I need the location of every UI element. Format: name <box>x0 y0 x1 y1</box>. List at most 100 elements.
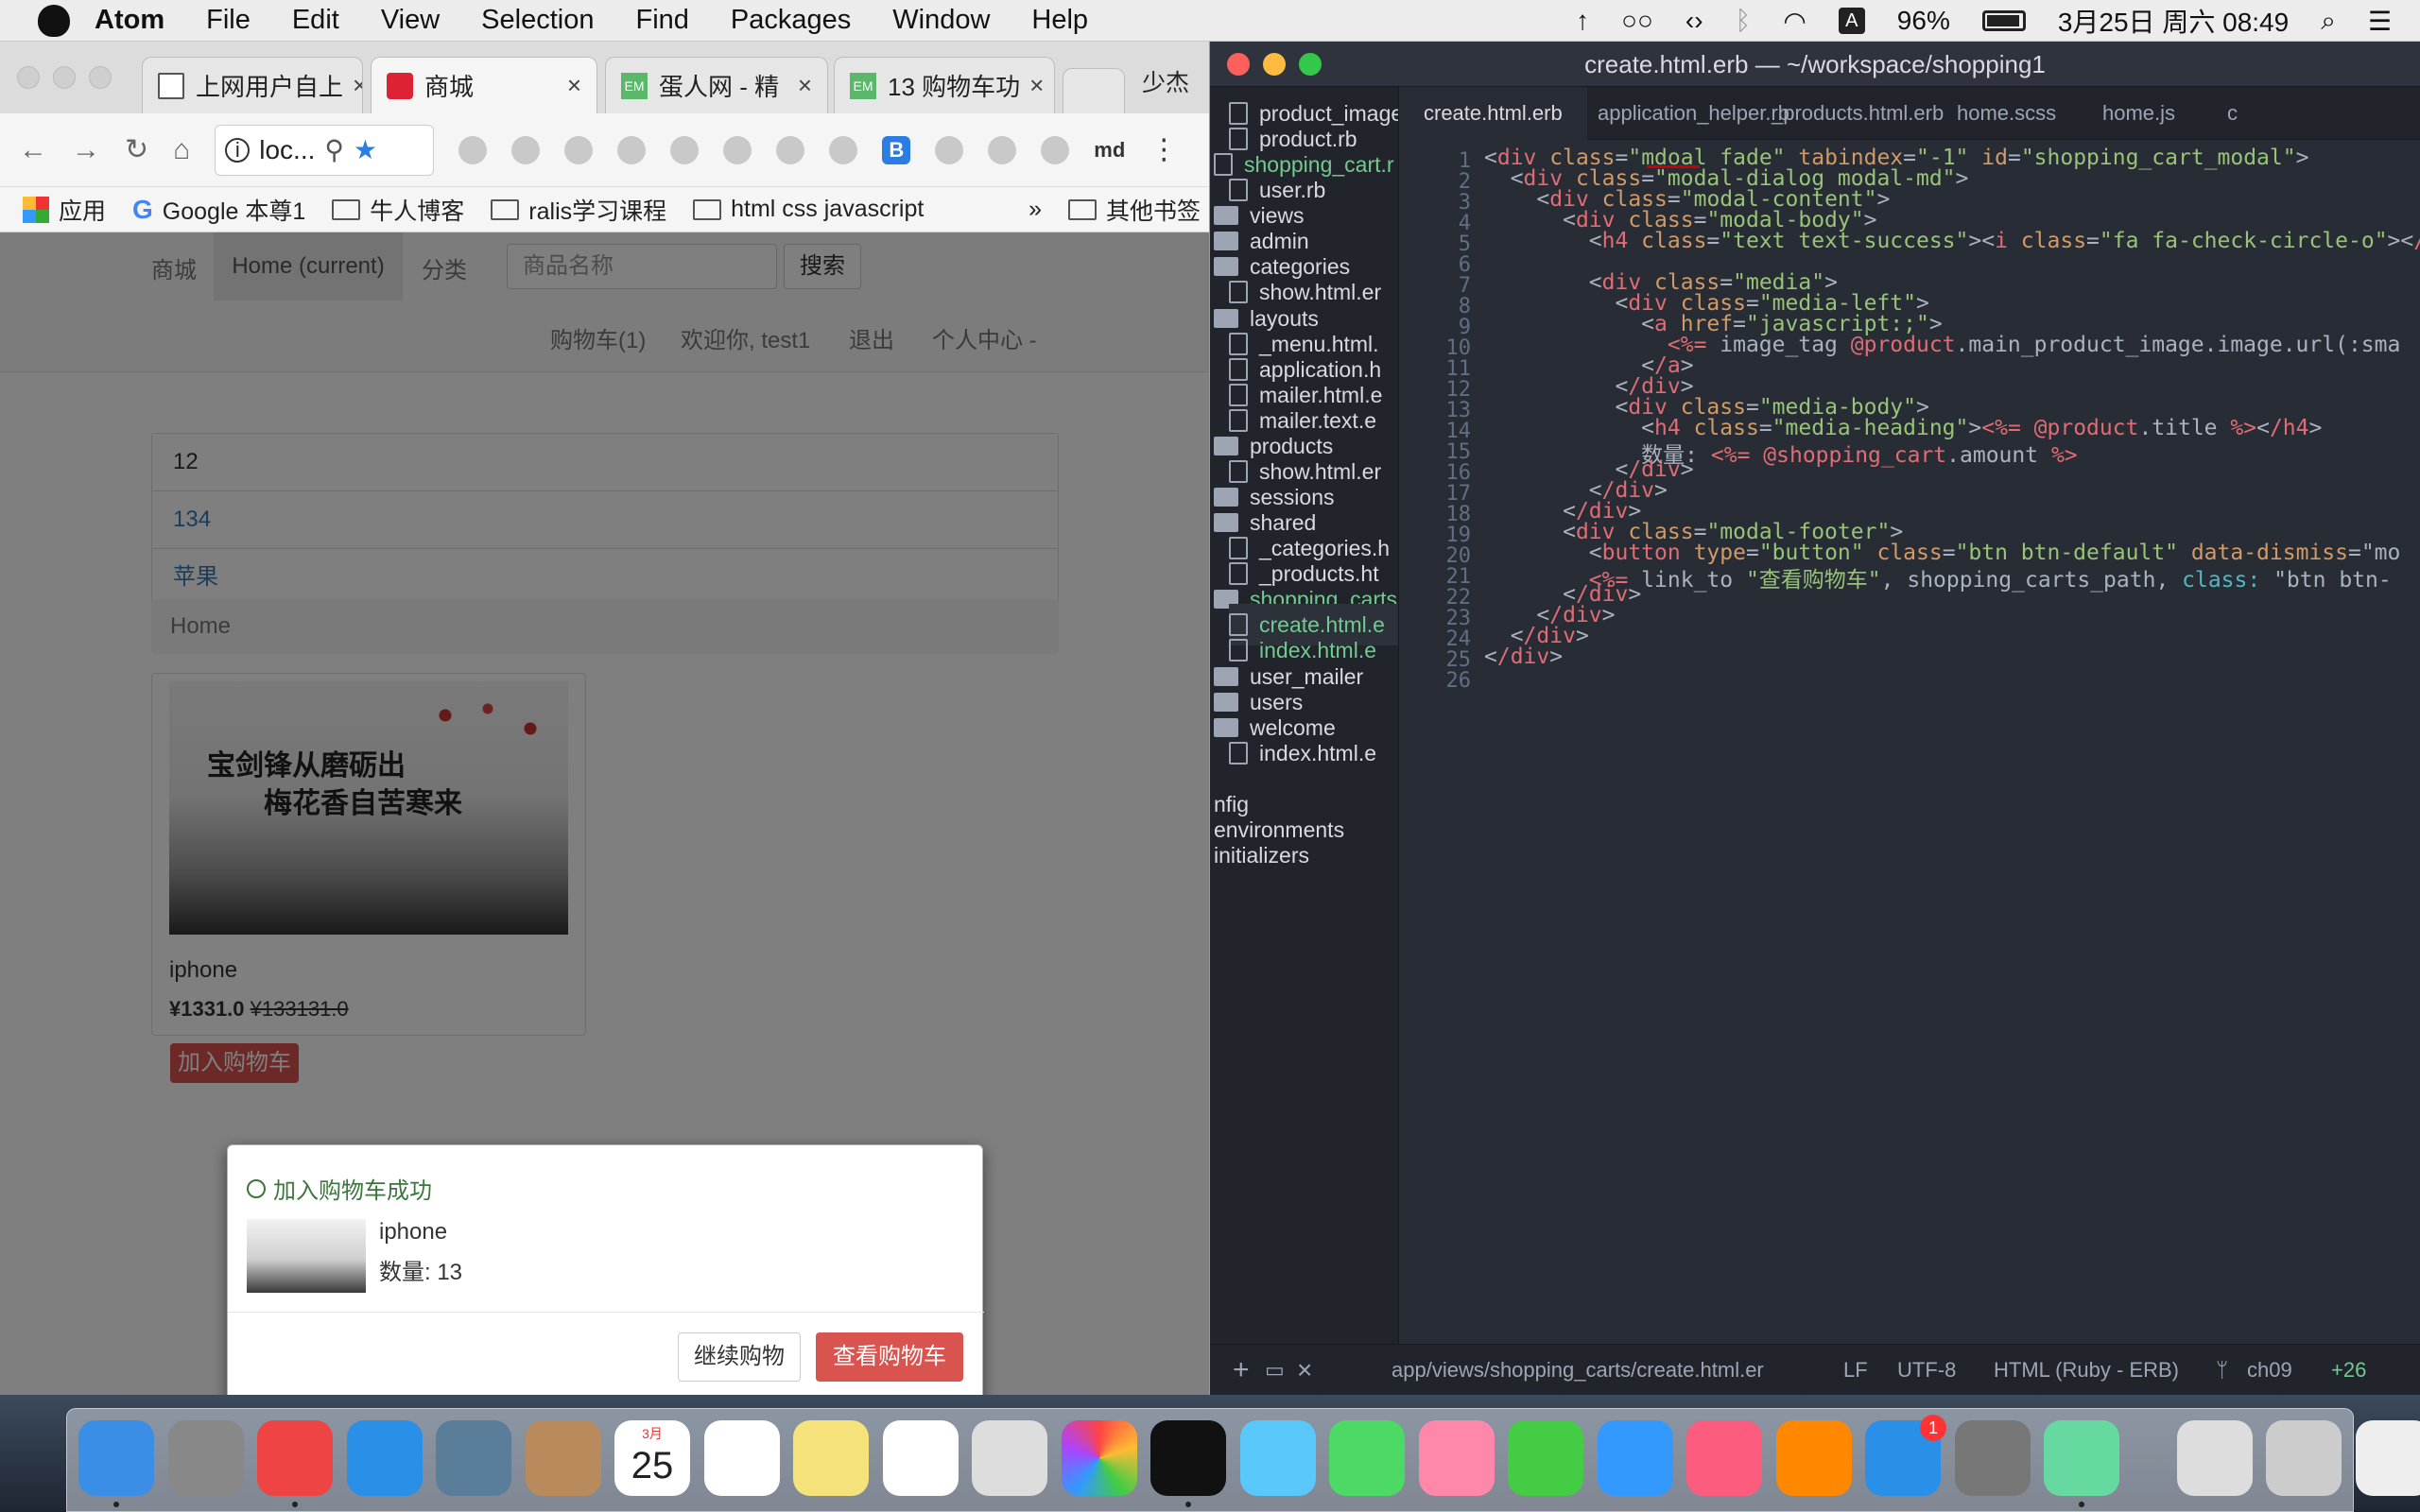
md-extension[interactable]: md <box>1094 138 1125 163</box>
mail-icon[interactable] <box>436 1420 511 1496</box>
close-icon[interactable]: × <box>1297 1345 1312 1396</box>
bookmark-folder[interactable]: html css javascript <box>693 196 924 223</box>
address-bar[interactable]: i loc... ⚲ ★ <box>215 124 435 176</box>
new-tab-button[interactable] <box>1063 68 1125 113</box>
trash-icon[interactable] <box>2355 1420 2420 1496</box>
terminal-icon[interactable]: ▭ <box>1265 1345 1285 1396</box>
reminders-icon[interactable] <box>703 1420 780 1496</box>
palette-icon[interactable] <box>1041 135 1070 164</box>
status-encoding[interactable]: UTF-8 <box>1897 1345 1956 1396</box>
profile-name[interactable]: 少杰 <box>1142 64 1189 98</box>
spotlight-icon[interactable]: ⌕ <box>2321 6 2336 37</box>
atom-icon[interactable] <box>2044 1420 2119 1496</box>
browser-tab-active[interactable]: 商城 × <box>371 57 597 113</box>
downloads-icon[interactable] <box>2176 1420 2253 1496</box>
status-grammar[interactable]: HTML (Ruby - ERB) <box>1994 1345 2179 1396</box>
preview-icon[interactable] <box>972 1420 1047 1496</box>
textedit-icon[interactable] <box>882 1420 959 1496</box>
menu-packages[interactable]: Packages <box>731 5 851 36</box>
menu-window[interactable]: Window <box>892 5 990 36</box>
extension-icon[interactable] <box>670 135 700 164</box>
tree-file[interactable]: initializers <box>1214 834 1398 876</box>
zoom-window-button[interactable] <box>89 66 112 89</box>
minimize-window-button[interactable] <box>53 66 76 89</box>
reload-icon[interactable]: ↻ <box>125 133 148 166</box>
zoom-window-button[interactable] <box>1299 53 1322 76</box>
add-icon[interactable]: + <box>1233 1345 1250 1396</box>
star-icon[interactable]: ★ <box>354 134 377 165</box>
code-icon[interactable]: ‹› <box>1685 6 1703 36</box>
app-store-icon[interactable]: 1 <box>1865 1415 1946 1496</box>
bookmarks-overflow[interactable]: » <box>1028 196 1042 223</box>
keynote-icon[interactable] <box>1597 1420 1673 1496</box>
info-icon[interactable]: i <box>225 137 251 163</box>
extension-icon[interactable] <box>776 135 805 164</box>
wifi-icon[interactable]: ◠ <box>1783 6 1806 37</box>
code-editor[interactable]: <div class="mdoal fade" tabindex="-1" id… <box>1484 140 2420 1344</box>
status-line-ending[interactable]: LF <box>1843 1345 1868 1396</box>
menu-help[interactable]: Help <box>1031 5 1088 36</box>
extension-icon[interactable] <box>564 135 594 164</box>
facetime-icon[interactable] <box>1329 1420 1405 1496</box>
close-icon[interactable]: × <box>343 71 362 100</box>
bold-b-extension-icon[interactable]: B <box>882 135 911 164</box>
battery-icon[interactable] <box>1981 10 2026 31</box>
close-icon[interactable]: × <box>788 71 812 100</box>
menu-selection[interactable]: Selection <box>481 5 594 36</box>
status-file-path[interactable]: app/views/shopping_carts/create.html.er <box>1392 1345 1764 1396</box>
extension-icon[interactable] <box>617 135 647 164</box>
menu-app-name[interactable]: Atom <box>95 5 164 36</box>
bluetooth-icon[interactable]: ᛒ <box>1736 6 1752 36</box>
extension-icon[interactable] <box>723 135 752 164</box>
launchpad-icon[interactable] <box>167 1420 244 1496</box>
status-branch[interactable]: ch09 <box>2247 1345 2292 1396</box>
zoom-icon[interactable]: ⚲ <box>324 134 344 165</box>
arrow-up-icon[interactable]: ↑ <box>1576 6 1589 36</box>
itunes-icon[interactable] <box>1686 1420 1762 1496</box>
view-cart-button[interactable]: 查看购物车 <box>816 1332 963 1382</box>
editor-tab[interactable]: home.scss <box>1932 87 2081 140</box>
clock[interactable]: 3月25日 周六 08:49 <box>2058 2 2289 40</box>
extension-icon[interactable] <box>829 135 858 164</box>
extension-icon[interactable] <box>988 135 1017 164</box>
forward-icon[interactable]: → <box>72 134 100 166</box>
bookmark-folder[interactable]: 牛人博客 <box>332 193 464 227</box>
finder-icon[interactable] <box>78 1420 154 1496</box>
editor-tab[interactable]: home.js <box>2078 87 2200 140</box>
close-window-button[interactable] <box>1227 53 1250 76</box>
menu-kebab-icon[interactable]: ⋮ <box>1150 133 1178 166</box>
close-window-button[interactable] <box>17 66 40 89</box>
extension-icon[interactable] <box>935 135 964 164</box>
documents-icon[interactable] <box>2266 1420 2342 1496</box>
bookmark-other[interactable]: 其他书签 <box>1067 193 1201 227</box>
bookmark-apps[interactable]: 应用 <box>23 193 106 227</box>
input-source-icon[interactable]: A <box>1838 8 1865 34</box>
messages-icon[interactable] <box>1239 1420 1316 1496</box>
system-preferences-icon[interactable] <box>1954 1420 2031 1496</box>
browser-tab[interactable]: 上网用户自上 × <box>142 57 363 113</box>
menu-file[interactable]: File <box>206 5 251 36</box>
continue-shopping-button[interactable]: 继续购物 <box>678 1332 801 1382</box>
menu-find[interactable]: Find <box>635 5 688 36</box>
close-icon[interactable]: × <box>558 71 581 100</box>
close-icon[interactable]: × <box>1020 71 1044 100</box>
ibooks-icon[interactable] <box>1775 1420 1852 1496</box>
browser-tab[interactable]: EM 蛋人网 - 精 × <box>605 57 828 113</box>
back-icon[interactable]: ← <box>19 134 47 166</box>
apple-icon[interactable] <box>38 4 70 37</box>
menu-edit[interactable]: Edit <box>292 5 339 36</box>
bookmark-folder[interactable]: ralis学习课程 <box>491 193 666 227</box>
status-git-diff[interactable]: +26 <box>2331 1345 2366 1396</box>
extension-icon[interactable] <box>511 135 541 164</box>
editor-tab[interactable]: create.html.erb <box>1399 87 1587 140</box>
glasses-icon[interactable]: ○○ <box>1621 6 1653 36</box>
notes-icon[interactable] <box>793 1420 869 1496</box>
contacts-icon[interactable] <box>525 1420 601 1496</box>
numbers-icon[interactable] <box>1508 1420 1583 1496</box>
chrome-icon[interactable] <box>257 1420 333 1496</box>
editor-tab[interactable]: c <box>2203 87 2262 140</box>
calendar-icon[interactable]: 3月 25 <box>614 1420 690 1496</box>
notification-center-icon[interactable]: ☰ <box>2368 6 2392 37</box>
terminal-icon[interactable] <box>1150 1420 1226 1496</box>
home-icon[interactable]: ⌂ <box>173 134 190 166</box>
